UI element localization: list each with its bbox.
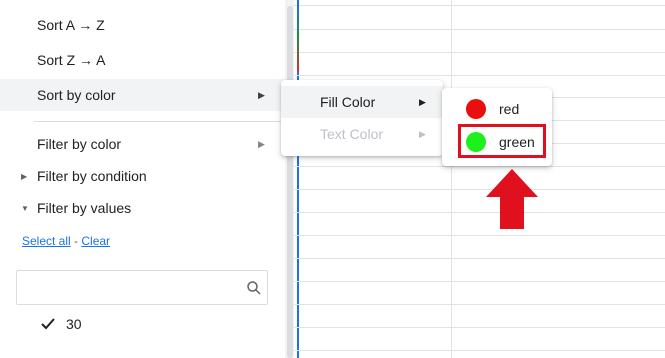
annotation-arrow-up-icon <box>486 169 538 229</box>
values-search-input[interactable] <box>16 270 268 305</box>
color-option-label: red <box>499 101 520 117</box>
color-option-red[interactable]: red <box>442 93 552 125</box>
text-color-label: Text Color <box>320 126 384 142</box>
row-gridline <box>294 212 665 213</box>
submenu-arrow-icon: ▶ <box>258 138 265 149</box>
spreadsheet-grid[interactable] <box>294 0 665 358</box>
row-gridline <box>294 5 665 6</box>
filter-by-color-label: Filter by color <box>37 136 122 152</box>
sort-by-color-label: Sort by color <box>37 87 116 103</box>
sort-z-a-label: Sort Z → A <box>37 52 106 68</box>
fill-color-item[interactable]: Fill Color ▶ <box>281 86 443 118</box>
select-all-link[interactable]: Select all <box>22 234 71 248</box>
expand-right-icon: ▶ <box>21 171 28 181</box>
select-links: Select all - Clear <box>22 234 110 248</box>
value-label: 30 <box>66 316 82 332</box>
column-color-marker <box>297 2 299 72</box>
sort-a-z-label: Sort A → Z <box>37 17 105 33</box>
color-swatch-icon <box>466 99 486 119</box>
annotation-highlight-box <box>458 124 546 158</box>
row-gridline <box>294 281 665 282</box>
checkmark-icon <box>41 318 55 330</box>
menu-scrollbar-thumb[interactable] <box>287 6 293 358</box>
row-gridline <box>294 166 665 167</box>
filter-menu: Sort A → Z Sort Z → A Sort by color ▶ Fi… <box>0 0 285 358</box>
sort-color-submenu: Fill Color ▶ Text Color ▶ <box>281 80 443 156</box>
link-separator: - <box>70 234 82 248</box>
value-checkbox-row[interactable]: 30 <box>40 316 82 332</box>
submenu-arrow-icon: ▶ <box>258 89 265 100</box>
text-color-item: Text Color ▶ <box>281 118 443 150</box>
sort-by-color-item[interactable]: Sort by color ▶ <box>0 79 285 111</box>
row-gridline <box>294 29 665 30</box>
row-gridline <box>294 327 665 328</box>
search-icon[interactable] <box>245 279 263 297</box>
sort-a-z-item[interactable]: Sort A → Z <box>0 9 285 41</box>
filter-by-condition-label: Filter by condition <box>37 168 147 184</box>
row-gridline <box>294 52 665 53</box>
filter-by-values-label: Filter by values <box>37 200 132 216</box>
filter-by-condition-item[interactable]: ▶ Filter by condition <box>0 160 285 192</box>
sort-z-a-item[interactable]: Sort Z → A <box>0 44 285 76</box>
clear-link[interactable]: Clear <box>81 234 110 248</box>
submenu-arrow-icon: ▶ <box>419 96 426 107</box>
row-gridline <box>294 235 665 236</box>
row-gridline <box>294 189 665 190</box>
filter-by-color-item[interactable]: Filter by color ▶ <box>0 128 285 160</box>
filter-by-values-item[interactable]: ▼ Filter by values <box>0 192 285 224</box>
fill-color-label: Fill Color <box>320 94 376 110</box>
expand-down-icon: ▼ <box>21 203 29 213</box>
row-gridline <box>294 75 665 76</box>
menu-divider <box>34 121 285 122</box>
row-gridline <box>294 350 665 351</box>
submenu-arrow-icon: ▶ <box>419 128 426 139</box>
row-gridline <box>294 258 665 259</box>
row-gridline <box>294 304 665 305</box>
